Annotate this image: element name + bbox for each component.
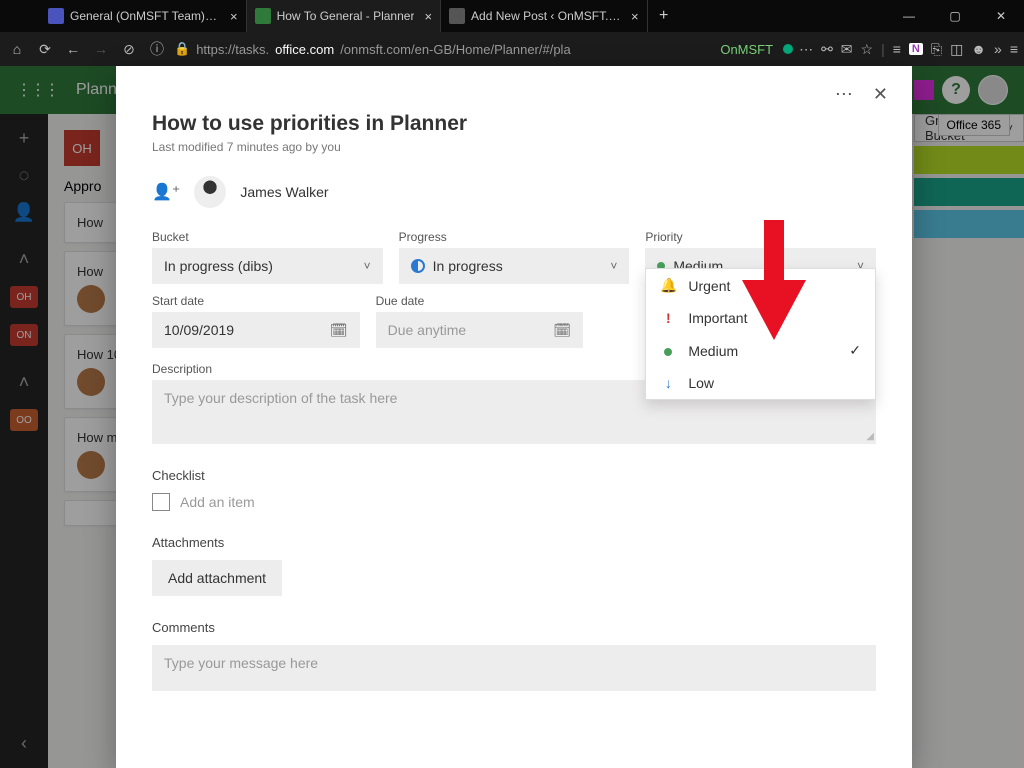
page: ⋮⋮⋮ Planner ? Office 365 + ◌ 👤 ˄ OH ON ˄… (0, 66, 1024, 768)
priority-option-low[interactable]: ↓ Low (646, 367, 875, 399)
progress-label: Progress (399, 230, 630, 244)
checkbox-icon[interactable] (152, 493, 170, 511)
reload-icon[interactable]: ⟳ (34, 41, 56, 58)
close-icon[interactable]: × (230, 9, 238, 24)
avatar (194, 176, 226, 208)
progress-icon (411, 259, 425, 273)
titlebar: General (OnMSFT Team) | Micro × How To G… (0, 0, 1024, 32)
org-indicator (783, 44, 793, 54)
task-title[interactable]: How to use priorities in Planner (152, 112, 876, 136)
chevron-down-icon: ˅ (364, 259, 371, 273)
minimize-button[interactable]: — (886, 0, 932, 32)
comments-label: Comments (152, 620, 876, 635)
org-label: OnMSFT (720, 42, 773, 57)
new-tab-button[interactable]: + (648, 0, 680, 32)
bucket-label: Bucket (152, 230, 383, 244)
tab-wordpress[interactable]: Add New Post ‹ OnMSFT.com — W × (441, 0, 648, 32)
select-value: In progress (433, 258, 503, 274)
overflow-icon[interactable]: » (994, 41, 1002, 57)
site-icon (449, 8, 465, 24)
progress-select[interactable]: In progress ˅ (399, 248, 630, 284)
resize-handle-icon[interactable]: ◢ (866, 431, 874, 442)
close-icon[interactable]: × (631, 9, 639, 24)
tab-planner[interactable]: How To General - Planner × (247, 0, 441, 32)
option-label: Medium (688, 343, 738, 359)
check-icon: ✓ (849, 342, 861, 359)
stack-icon[interactable]: ≡ (893, 41, 901, 57)
lock-icon: 🔒 (174, 41, 190, 57)
tab-label: Add New Post ‹ OnMSFT.com — W (471, 9, 621, 23)
bucket-select[interactable]: In progress (dibs) ˅ (152, 248, 383, 284)
tab-label: How To General - Planner (277, 9, 415, 23)
maximize-button[interactable]: ▢ (932, 0, 978, 32)
tab-label: General (OnMSFT Team) | Micro (70, 9, 220, 23)
calendar-icon[interactable]: 🗓 (330, 322, 348, 339)
assignee-row[interactable]: 👤⁺ James Walker (152, 176, 876, 208)
option-label: Low (688, 375, 714, 391)
shield-icon[interactable]: ⊘ (118, 41, 140, 58)
tab-strip: General (OnMSFT Team) | Micro × How To G… (0, 0, 886, 32)
textarea-placeholder: Type your message here (164, 655, 318, 671)
planner-icon (255, 8, 271, 24)
option-label: Urgent (688, 278, 730, 294)
sidebar-icon[interactable]: ◫ (950, 41, 963, 58)
input-value: 10/09/2019 (164, 322, 234, 338)
assignee-name: James Walker (240, 184, 328, 200)
url-text: /onmsft.com/en-GB/Home/Planner/#/pla (340, 42, 571, 57)
calendar-icon[interactable]: 🗓 (553, 322, 571, 339)
address-bar: ⌂ ⟳ ← → ⊘ ⓘ 🔒 https://tasks. office.com/o… (0, 32, 1024, 66)
profile-icon[interactable]: ☻ (971, 41, 986, 57)
back-icon[interactable]: ← (62, 41, 84, 57)
tab-teams[interactable]: General (OnMSFT Team) | Micro × (40, 0, 247, 32)
input-placeholder: Add an item (180, 494, 255, 510)
checklist-add-input[interactable]: Add an item (152, 493, 876, 511)
exclamation-icon: ! (660, 310, 676, 326)
url-text: https://tasks. (196, 42, 269, 57)
start-date-input[interactable]: 10/09/2019 🗓 (152, 312, 360, 348)
onenote-icon[interactable]: N (909, 43, 923, 55)
bell-icon: 🔔 (660, 277, 676, 294)
mail-icon[interactable]: ✉ (841, 41, 853, 58)
home-icon[interactable]: ⌂ (6, 41, 28, 57)
link-icon[interactable]: ⚯ (821, 41, 833, 58)
attachments-label: Attachments (152, 535, 876, 550)
url-text: office.com (275, 42, 334, 57)
dot-icon (660, 343, 676, 359)
arrow-down-icon: ↓ (660, 375, 676, 391)
more-icon[interactable]: ⋯ (835, 84, 853, 105)
menu-icon[interactable]: ≡ (1010, 41, 1018, 57)
more-icon[interactable]: ⋯ (799, 41, 813, 58)
url-field[interactable]: 🔒 https://tasks. office.com/onmsft.com/en… (174, 41, 714, 57)
task-modal: ⋯ ✕ How to use priorities in Planner Las… (116, 66, 912, 768)
close-window-button[interactable]: ✕ (978, 0, 1024, 32)
tracker-icon[interactable]: ⓘ (146, 39, 168, 59)
forward-icon[interactable]: → (90, 41, 112, 57)
input-placeholder: Due anytime (388, 322, 467, 338)
annotation-arrow (742, 220, 806, 345)
close-icon[interactable]: ✕ (873, 84, 888, 105)
option-label: Important (688, 310, 747, 326)
toolbar-icons: ⋯ ⚯ ✉ ☆ | ≡ N ⎘ ◫ ☻ » ≡ (799, 41, 1018, 58)
add-attachment-button[interactable]: Add attachment (152, 560, 282, 596)
checklist-label: Checklist (152, 468, 876, 483)
close-icon[interactable]: × (424, 9, 432, 24)
select-value: In progress (dibs) (164, 258, 273, 274)
due-date-input[interactable]: Due anytime 🗓 (376, 312, 584, 348)
browser-chrome: General (OnMSFT Team) | Micro × How To G… (0, 0, 1024, 66)
window-controls: — ▢ ✕ (886, 0, 1024, 32)
start-date-label: Start date (152, 294, 360, 308)
comments-textarea[interactable]: Type your message here (152, 645, 876, 691)
add-assignee-icon[interactable]: 👤⁺ (152, 182, 180, 202)
chevron-down-icon: ˅ (610, 259, 617, 273)
library-icon[interactable]: ⎘ (931, 41, 942, 58)
task-subtitle: Last modified 7 minutes ago by you (152, 140, 876, 154)
star-icon[interactable]: ☆ (861, 41, 874, 58)
textarea-placeholder: Type your description of the task here (164, 390, 397, 406)
due-date-label: Due date (376, 294, 584, 308)
teams-icon (48, 8, 64, 24)
